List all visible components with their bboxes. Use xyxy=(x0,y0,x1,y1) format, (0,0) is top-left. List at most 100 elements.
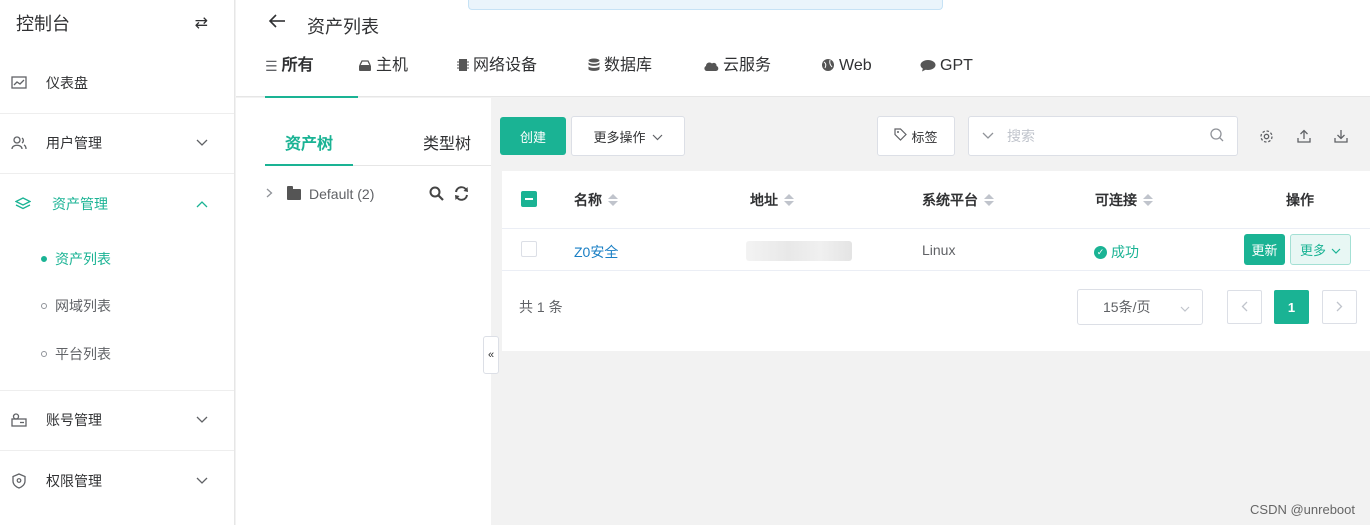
chevron-up-icon xyxy=(196,197,208,211)
chevron-down-icon xyxy=(196,413,208,427)
back-arrow-icon[interactable] xyxy=(268,12,286,33)
connectivity-status: ✓ 成功 xyxy=(1094,242,1139,262)
sidebar-item-permissions[interactable]: 权限管理 xyxy=(0,453,234,509)
chat-bubble-icon xyxy=(920,56,936,76)
refresh-icon[interactable] xyxy=(454,186,469,204)
sidebar-item-label: 权限管理 xyxy=(46,473,102,489)
upload-icon[interactable] xyxy=(1296,128,1312,144)
sidebar-item-label: 账号管理 xyxy=(46,412,102,428)
create-button[interactable]: 创建 xyxy=(500,117,566,155)
sort-icon[interactable] xyxy=(984,194,994,206)
asset-table: 名称 地址 系统平台 可连接 操作 Z0安全 Linux ✓ 成功 更新 更多 共… xyxy=(502,171,1370,351)
tree-panel: 资产树 类型树 Default (2) xyxy=(236,98,491,525)
users-icon xyxy=(10,134,28,152)
chevron-left-icon xyxy=(1241,300,1248,315)
more-actions-button[interactable]: 更多操作 xyxy=(571,116,685,156)
sidebar-item-dashboard[interactable]: 仪表盘 xyxy=(0,55,234,111)
search-box xyxy=(968,116,1238,156)
asset-platform: Linux xyxy=(922,242,956,258)
prev-page-button[interactable] xyxy=(1227,290,1262,324)
sidebar-item-users[interactable]: 用户管理 xyxy=(0,115,234,171)
sidebar-item-label: 资产管理 xyxy=(52,196,108,212)
check-circle-icon: ✓ xyxy=(1094,245,1107,259)
sidebar-item-accounts[interactable]: 账号管理 xyxy=(0,392,234,448)
row-more-label: 更多 xyxy=(1299,243,1326,258)
column-header-name[interactable]: 名称 xyxy=(574,190,618,210)
layers-icon xyxy=(14,195,32,213)
tab-asset-tree[interactable]: 资产树 xyxy=(285,130,333,154)
sidebar-item-assets[interactable]: 资产管理 xyxy=(0,176,234,232)
sidebar-subitem-asset-list[interactable]: 资产列表 xyxy=(0,237,234,281)
network-device-icon xyxy=(457,56,469,76)
sidebar-header: 控制台 ⇄ xyxy=(0,0,234,46)
sidebar-subitem-label: 网域列表 xyxy=(55,298,111,314)
sidebar-divider xyxy=(0,450,234,451)
list-icon: ☰ xyxy=(265,58,278,74)
sidebar-subitem-domain-list[interactable]: 网域列表 xyxy=(0,284,234,328)
chevron-down-icon xyxy=(1331,242,1341,257)
column-header-connectivity[interactable]: 可连接 xyxy=(1095,190,1153,210)
more-actions-label: 更多操作 xyxy=(593,129,646,145)
search-input[interactable] xyxy=(1007,128,1197,144)
sort-icon[interactable] xyxy=(784,194,794,206)
column-header-platform[interactable]: 系统平台 xyxy=(922,190,994,210)
tree-node-default[interactable]: Default (2) xyxy=(266,185,375,202)
tab-network-device[interactable]: 网络设备 xyxy=(457,56,588,97)
chevron-down-icon xyxy=(196,474,208,488)
tab-web[interactable]: Web xyxy=(821,56,920,97)
page-number-current[interactable]: 1 xyxy=(1274,290,1309,324)
chevron-right-icon[interactable] xyxy=(266,187,273,201)
tab-cloud[interactable]: 云服务 xyxy=(703,56,821,97)
tree-tab-indicator xyxy=(265,164,353,166)
next-page-button[interactable] xyxy=(1322,290,1357,324)
page-size-select[interactable]: 15条/页 xyxy=(1077,289,1203,325)
bullet-icon xyxy=(41,351,47,357)
watermark: CSDN @unreboot xyxy=(1250,502,1355,517)
tab-database[interactable]: 数据库 xyxy=(588,56,703,97)
swap-icon[interactable]: ⇄ xyxy=(195,13,208,33)
chevron-right-icon xyxy=(1336,300,1343,315)
sidebar-subitem-platform-list[interactable]: 平台列表 xyxy=(0,332,234,376)
page-header: 资产列表 ☰ 所有 主机 网络设备 数据库 云服务 Web GPT xyxy=(236,0,1370,98)
tag-icon xyxy=(894,128,908,144)
sort-icon[interactable] xyxy=(1143,194,1153,206)
row-more-button[interactable]: 更多 xyxy=(1290,234,1351,265)
tag-button[interactable]: 标签 xyxy=(877,116,955,156)
chevron-down-icon[interactable] xyxy=(969,129,1007,143)
gear-icon[interactable] xyxy=(1258,128,1274,144)
redacted-address xyxy=(746,241,852,261)
sidebar-item-label: 用户管理 xyxy=(46,135,102,151)
sidebar: 控制台 ⇄ 仪表盘 用户管理 资产管理 资产列表 网域列表 平台列表 账号管理 … xyxy=(0,0,235,525)
globe-icon xyxy=(821,56,835,76)
download-icon[interactable] xyxy=(1333,128,1349,144)
shield-icon xyxy=(10,472,28,490)
sort-icon[interactable] xyxy=(608,194,618,206)
sidebar-subitem-label: 资产列表 xyxy=(55,251,111,267)
tab-type-tree[interactable]: 类型树 xyxy=(423,130,471,154)
update-button[interactable]: 更新 xyxy=(1244,234,1285,265)
table-header: 名称 地址 系统平台 可连接 操作 xyxy=(502,171,1370,229)
search-icon[interactable] xyxy=(1197,127,1237,145)
tag-label: 标签 xyxy=(911,129,938,145)
sidebar-divider xyxy=(0,113,234,114)
tab-all[interactable]: ☰ 所有 xyxy=(265,56,358,98)
bullet-icon xyxy=(41,303,47,309)
chevron-down-icon xyxy=(652,129,663,144)
collapse-tree-button[interactable]: « xyxy=(483,336,499,374)
search-icon[interactable] xyxy=(429,186,444,204)
bullet-icon xyxy=(41,256,47,262)
host-icon xyxy=(358,56,372,76)
tab-gpt[interactable]: GPT xyxy=(920,56,1000,97)
row-checkbox[interactable] xyxy=(521,241,537,257)
dashboard-icon xyxy=(10,74,28,92)
select-all-checkbox[interactable] xyxy=(521,191,537,207)
chevron-down-icon xyxy=(196,136,208,150)
tab-host[interactable]: 主机 xyxy=(358,56,457,97)
table-row: Z0安全 Linux ✓ 成功 xyxy=(502,230,1370,271)
column-header-actions: 操作 xyxy=(1286,192,1314,208)
column-header-address[interactable]: 地址 xyxy=(750,190,794,210)
tree-node-actions xyxy=(429,186,469,204)
tree-node-label: Default (2) xyxy=(309,186,375,202)
asset-name-link[interactable]: Z0安全 xyxy=(574,242,618,262)
chevron-down-icon xyxy=(1180,299,1190,315)
